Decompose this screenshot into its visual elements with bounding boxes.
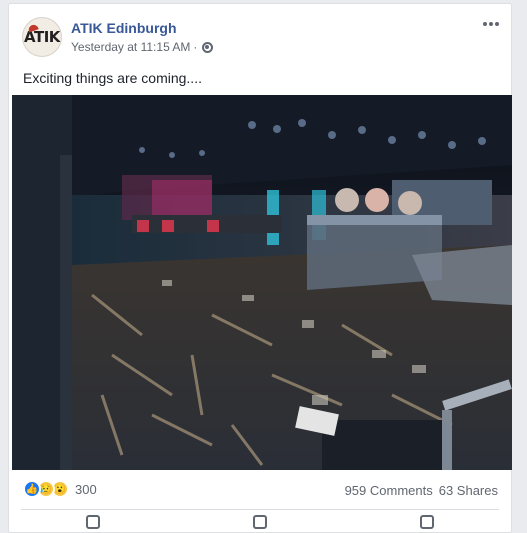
post-meta: Yesterday at 11:15 AM · [71, 40, 214, 54]
share-action[interactable] [344, 512, 511, 532]
post-timestamp[interactable]: Yesterday at 11:15 AM [71, 40, 190, 54]
photo-illustration [12, 95, 512, 470]
post-header: ATIK ATIK Edinburgh Yesterday at 11:15 A… [9, 4, 511, 66]
like-action-icon [85, 515, 100, 529]
post-photo[interactable] [12, 95, 512, 470]
engagement-counts: 959 Comments 63 Shares [345, 483, 498, 498]
post-card: ATIK ATIK Edinburgh Yesterday at 11:15 A… [8, 3, 512, 533]
reactions-summary[interactable]: 👍 😥 😮 300 [23, 480, 97, 498]
comments-count[interactable]: 959 Comments [345, 483, 433, 498]
more-options-icon[interactable] [481, 18, 501, 30]
comment-action[interactable] [176, 512, 343, 532]
page-avatar[interactable]: ATIK [22, 17, 62, 57]
comment-action-icon [252, 515, 267, 529]
meta-separator: · [193, 40, 198, 54]
page-name-link[interactable]: ATIK Edinburgh [71, 20, 177, 36]
shares-count[interactable]: 63 Shares [439, 483, 498, 498]
share-action-icon [420, 515, 435, 529]
like-action[interactable] [9, 512, 176, 532]
post-stats: 👍 😥 😮 300 959 Comments 63 Shares [9, 478, 511, 504]
like-icon: 👍 [23, 480, 41, 498]
reaction-count[interactable]: 300 [75, 482, 97, 497]
stats-divider [21, 509, 499, 510]
globe-icon[interactable] [202, 41, 214, 53]
post-actions [9, 512, 511, 532]
post-text: Exciting things are coming.... [23, 70, 202, 86]
